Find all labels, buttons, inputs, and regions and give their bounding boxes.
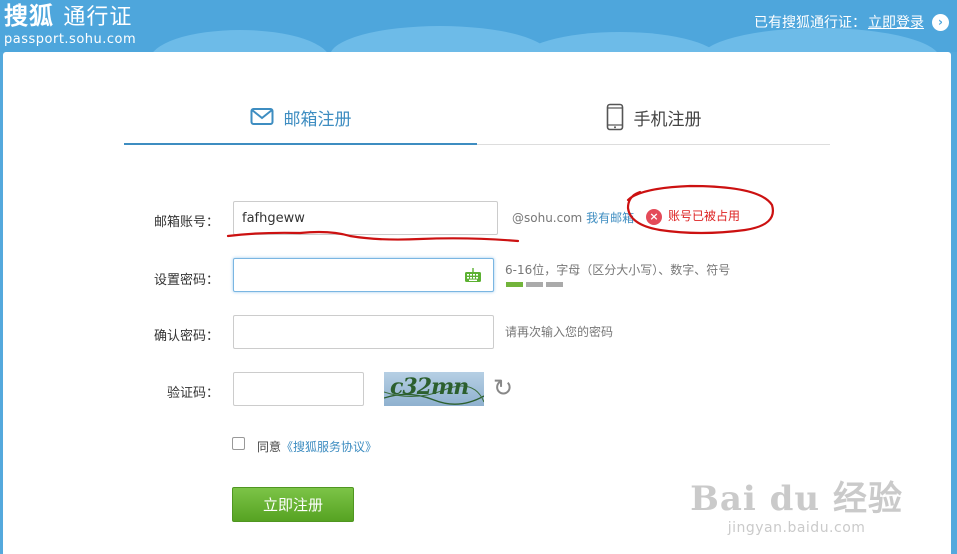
service-agreement-link[interactable]: 《搜狐服务协议》 (281, 440, 377, 454)
captcha-label: 验证码： (166, 386, 219, 401)
header: 搜狐 通行证 passport.sohu.com 已有搜狐通行证： 立即登录 › (0, 0, 957, 90)
login-prompt-text: 已有搜狐通行证： (754, 15, 866, 31)
strength-segment (506, 282, 523, 287)
agree-text: 同意《搜狐服务协议》 (257, 438, 377, 455)
agree-label: 同意 (257, 440, 282, 454)
tab-email-label: 邮箱注册 (283, 110, 352, 130)
password-label: 设置密码： (153, 273, 219, 288)
password-input[interactable] (233, 258, 494, 292)
arrow-right-icon[interactable]: › (932, 13, 949, 31)
error-icon: × (646, 208, 662, 225)
captcha-input[interactable] (233, 372, 364, 406)
confirm-password-hint: 请再次输入您的密码 (505, 325, 614, 339)
confirm-password-input[interactable] (233, 315, 494, 349)
logo-url-text: passport.sohu.com (4, 32, 137, 47)
email-label: 邮箱账号： (153, 215, 219, 230)
register-button[interactable]: 立即注册 (232, 487, 354, 522)
email-input[interactable] (233, 201, 498, 235)
confirm-password-label: 确认密码： (153, 329, 219, 344)
refresh-icon[interactable]: ↻ (493, 372, 513, 404)
baidu-watermark: Bai du 经验 jingyan.baidu.com (690, 471, 903, 536)
captcha-image[interactable]: c32mn (384, 372, 484, 406)
strength-segment (546, 282, 563, 287)
email-suffix: @sohu.com 我有邮箱 (512, 209, 634, 226)
logo-sub-text: 通行证 (63, 5, 133, 30)
login-link[interactable]: 立即登录 (868, 12, 924, 32)
keyboard-icon[interactable] (464, 267, 482, 283)
tab-phone-label: 手机注册 (633, 110, 702, 130)
tab-email-register[interactable]: 邮箱注册 (124, 97, 477, 145)
mail-icon (250, 108, 273, 125)
register-card: 邮箱注册 手机注册 邮箱账号： @sohu.com 我有邮箱 × 账号已被占用 设… (3, 52, 951, 554)
have-email-link[interactable]: 我有邮箱 (586, 211, 634, 225)
phone-icon (606, 103, 623, 131)
password-strength-meter (506, 282, 563, 287)
watermark-sub-text: jingyan.baidu.com (727, 520, 866, 536)
email-error-text: 账号已被占用 (668, 209, 741, 223)
tab-phone-register[interactable]: 手机注册 (477, 97, 830, 145)
agree-checkbox[interactable] (232, 437, 245, 450)
strength-segment (526, 282, 543, 287)
email-domain-suffix: @sohu.com (512, 211, 583, 225)
watermark-main-text: Bai du 经验 (690, 479, 903, 519)
sohu-passport-logo[interactable]: 搜狐 通行证 passport.sohu.com (4, 2, 136, 47)
password-hint: 6-16位，字母（区分大小写）、数字、符号 (505, 263, 731, 277)
login-prompt: 已有搜狐通行证： 立即登录 › (754, 12, 949, 32)
captcha-text: c32mn (390, 374, 469, 400)
logo-main-text: 搜狐 (4, 2, 54, 30)
register-tabs: 邮箱注册 手机注册 (124, 97, 830, 145)
email-error: × 账号已被占用 (646, 207, 740, 225)
